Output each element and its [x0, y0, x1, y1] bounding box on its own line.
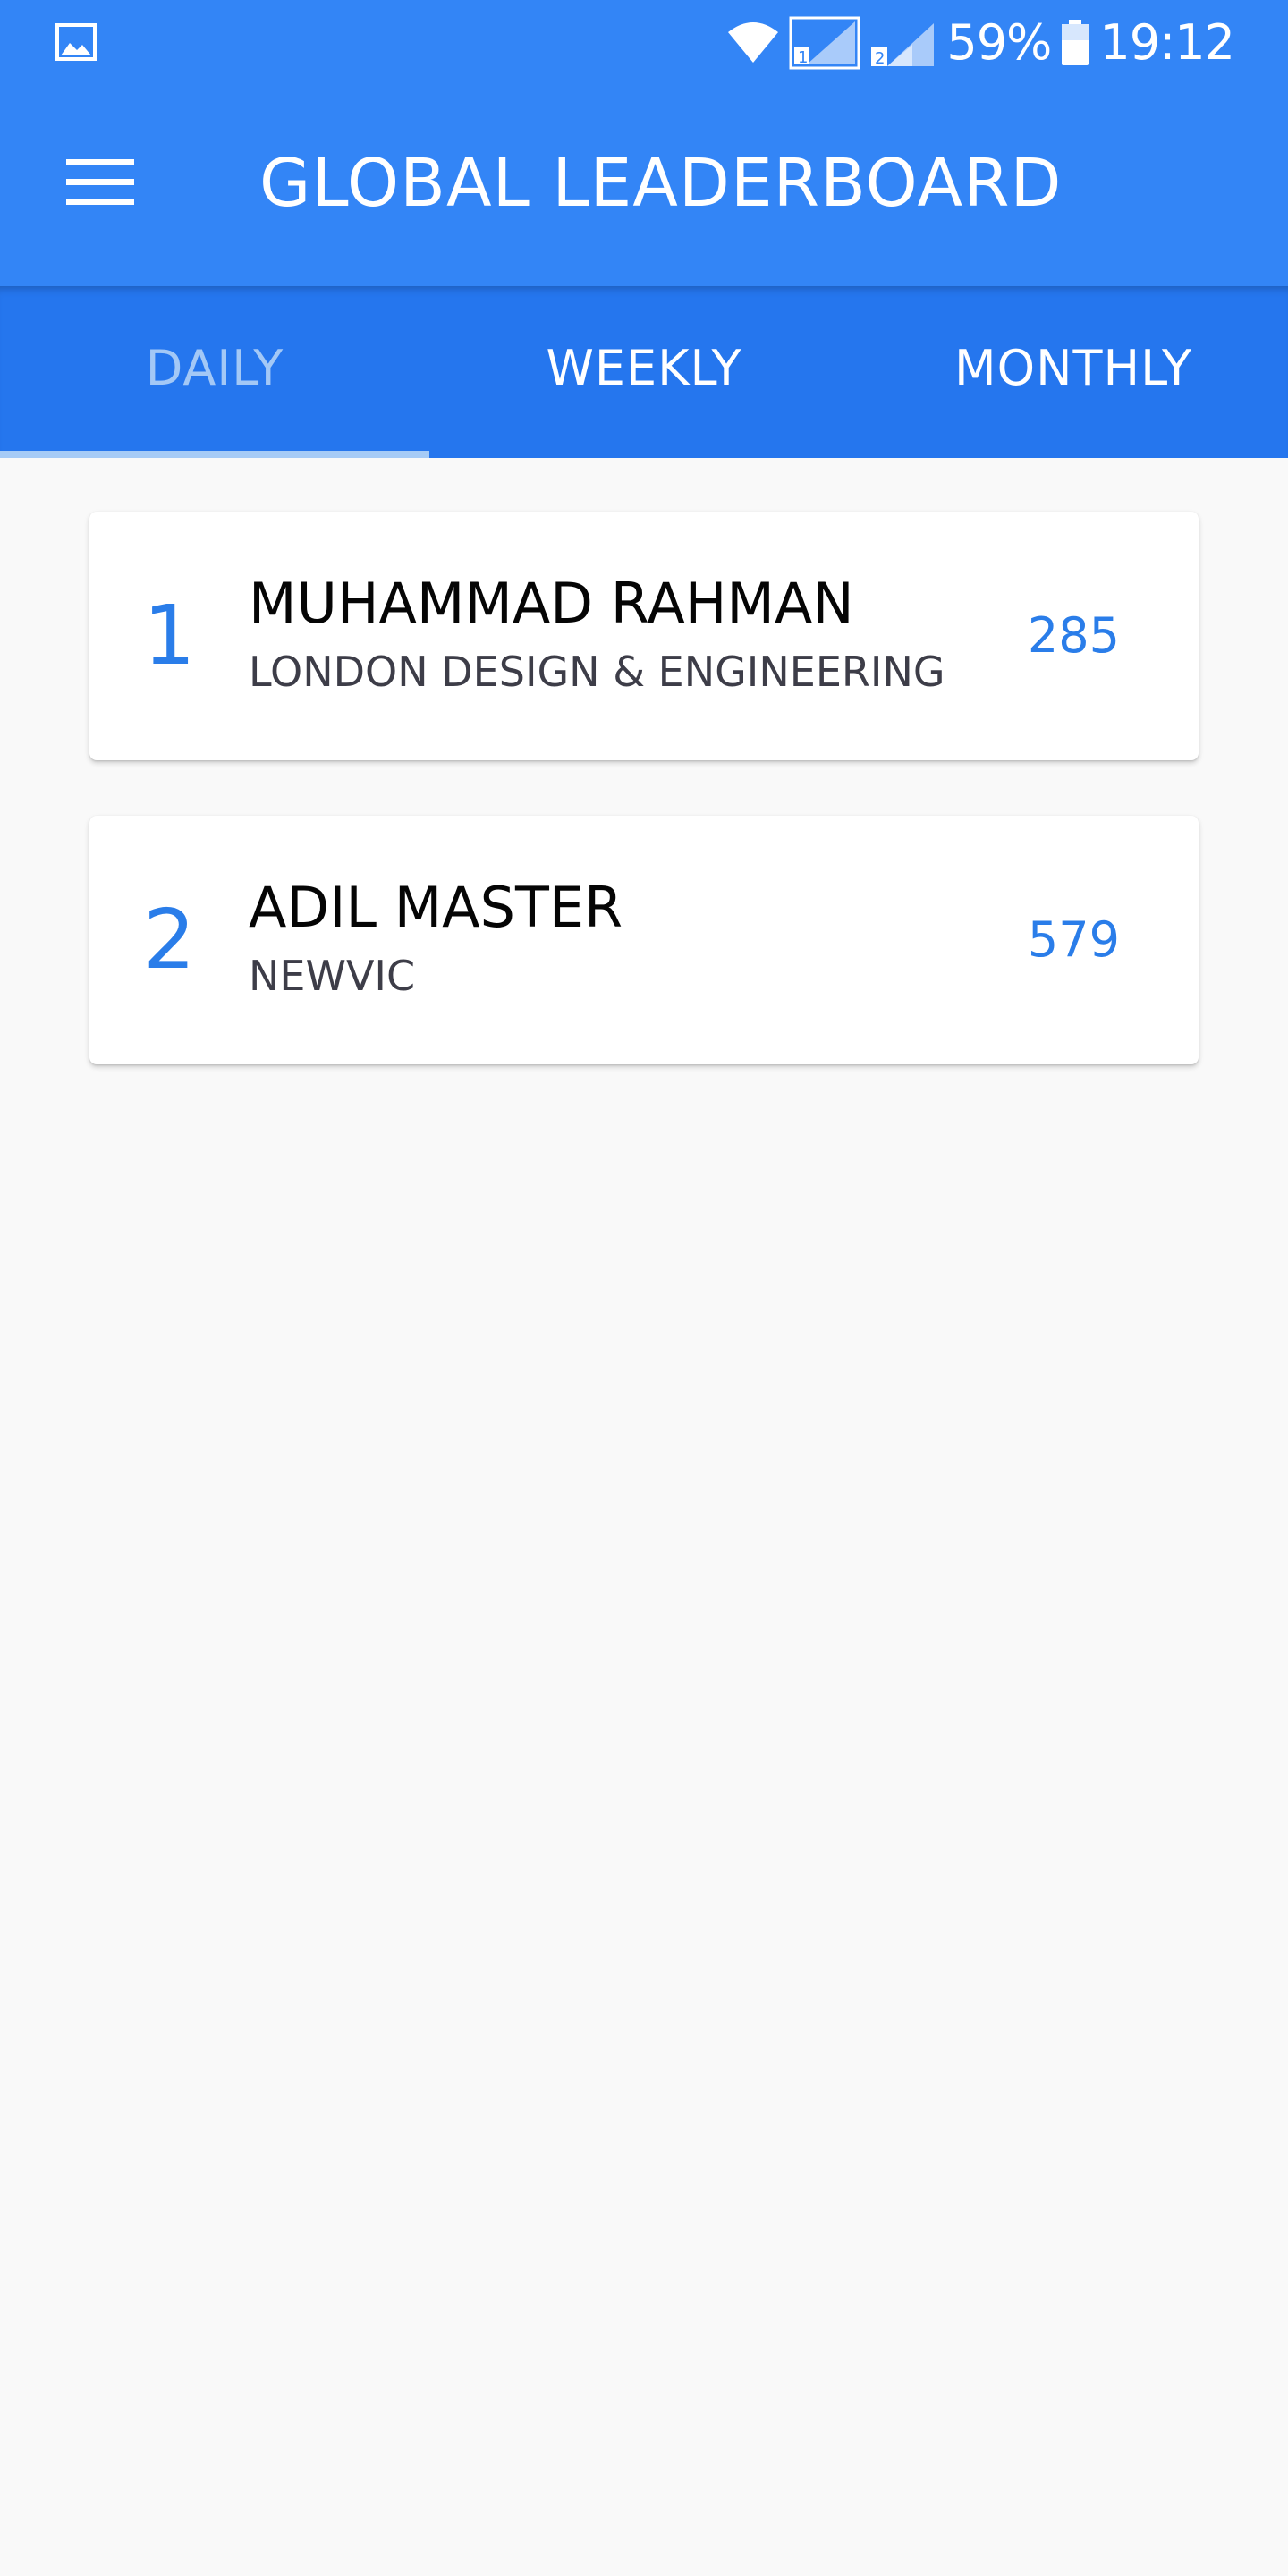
status-bar: 1 2 59% 19:12 — [0, 0, 1288, 86]
menu-button[interactable] — [48, 140, 152, 225]
clock: 19:12 — [1099, 14, 1235, 71]
period-tabs: DAILY WEEKLY MONTHLY — [0, 286, 1288, 458]
signal-sim1-icon: 1 — [789, 16, 860, 70]
signal-sim2-icon: 2 — [871, 23, 935, 68]
sim2-label: 2 — [875, 49, 885, 68]
gallery-icon — [55, 23, 97, 61]
player-organization: NEWVIC — [249, 952, 416, 1000]
leaderboard-list: 1 MUHAMMAD RAHMAN LONDON DESIGN & ENGINE… — [89, 512, 1199, 1120]
player-organization: LONDON DESIGN & ENGINEERING — [249, 648, 945, 696]
battery-icon — [1062, 20, 1089, 65]
wifi-icon — [728, 22, 779, 63]
tab-daily[interactable]: DAILY — [0, 286, 429, 458]
player-name: MUHAMMAD RAHMAN — [249, 571, 854, 636]
player-score: 285 — [1027, 607, 1120, 664]
tab-weekly[interactable]: WEEKLY — [429, 286, 859, 458]
rank-number: 1 — [143, 588, 196, 683]
page-title: GLOBAL LEADERBOARD — [259, 145, 1063, 222]
rank-number: 2 — [143, 892, 196, 987]
hamburger-menu-icon — [66, 159, 134, 205]
leaderboard-entry[interactable]: 1 MUHAMMAD RAHMAN LONDON DESIGN & ENGINE… — [89, 512, 1199, 760]
player-score: 579 — [1027, 911, 1120, 968]
tab-monthly[interactable]: MONTHLY — [859, 286, 1288, 458]
leaderboard-entry[interactable]: 2 ADIL MASTER NEWVIC 579 — [89, 816, 1199, 1064]
sim1-label: 1 — [798, 48, 808, 67]
player-name: ADIL MASTER — [249, 875, 623, 940]
battery-percent: 59% — [946, 14, 1052, 71]
status-indicators: 1 2 59% 19:12 — [726, 9, 1235, 77]
toolbar: GLOBAL LEADERBOARD — [0, 86, 1288, 286]
app-bar: GLOBAL LEADERBOARD — [0, 86, 1288, 286]
